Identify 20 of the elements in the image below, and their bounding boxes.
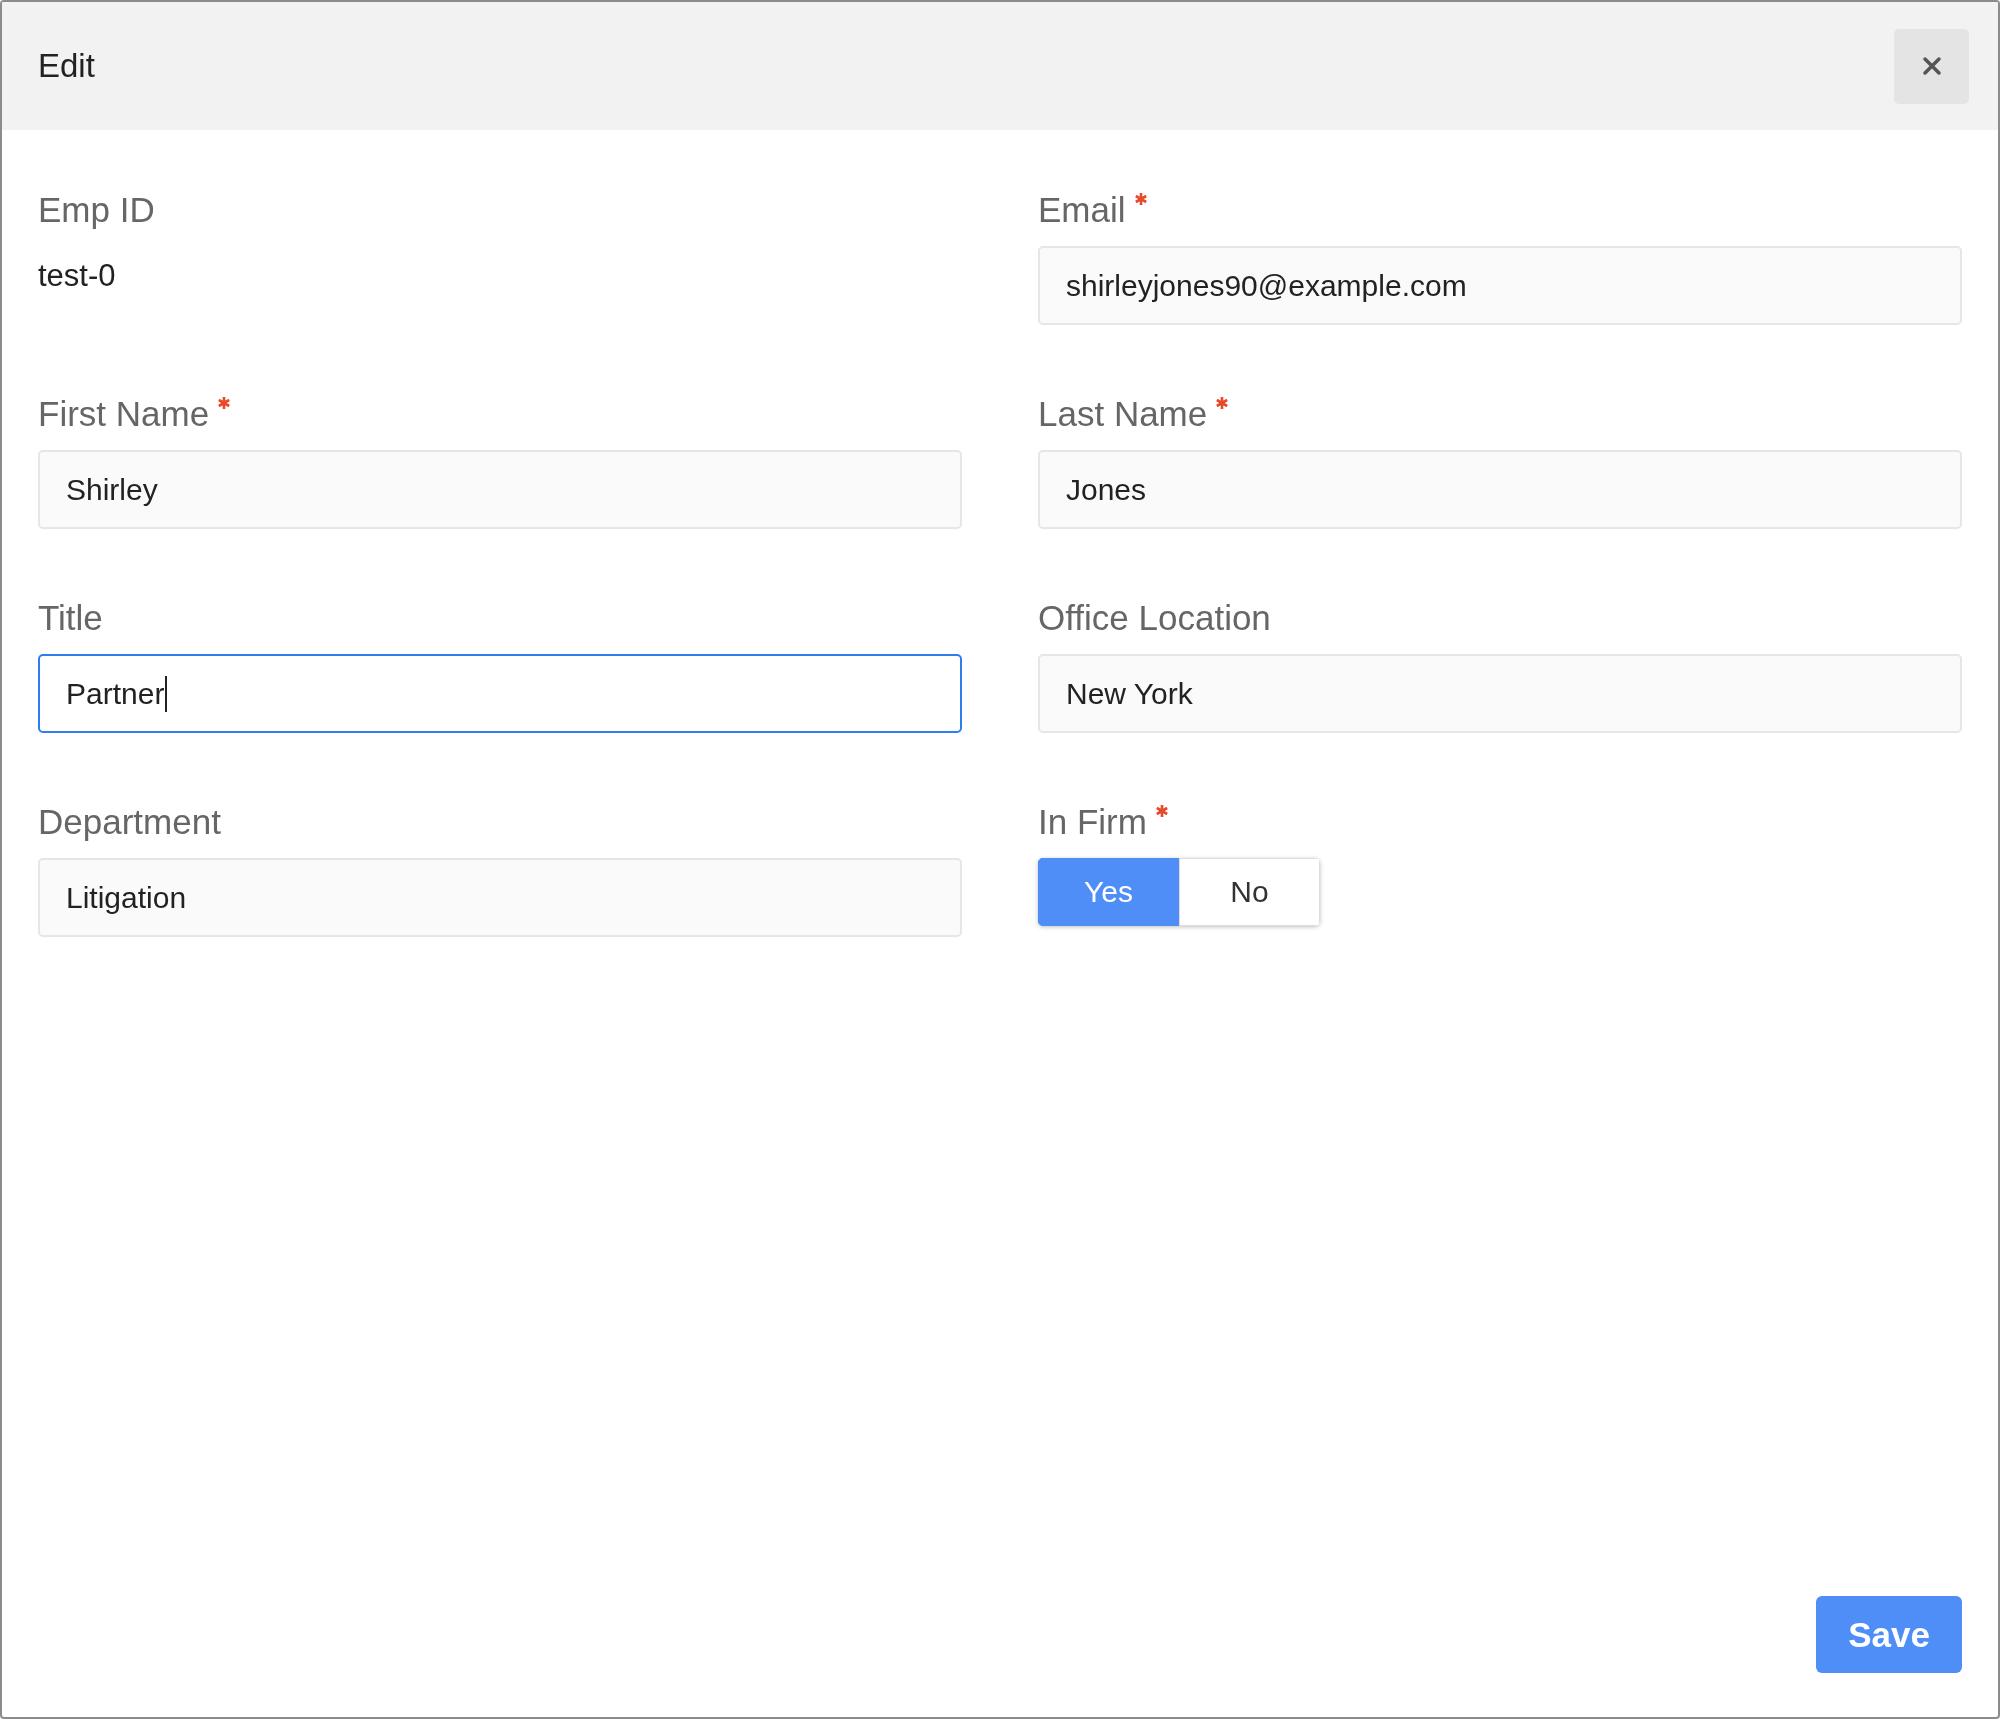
field-label: Department [38, 801, 221, 843]
field-value: test-0 [38, 258, 116, 294]
dialog-title: Edit [38, 47, 95, 85]
field-label: In Firm [1038, 801, 1147, 843]
input-field[interactable]: Litigation [38, 858, 962, 937]
input-field[interactable]: shirleyjones90@example.com [1038, 246, 1962, 325]
field-label: Title [38, 597, 103, 639]
field-label: Last Name [1038, 393, 1208, 435]
input-field[interactable]: Jones [1038, 450, 1962, 529]
input-field[interactable]: New York [1038, 654, 1962, 733]
close-button[interactable] [1894, 28, 1969, 104]
field-label: Email [1038, 189, 1126, 231]
input-field[interactable]: Partner [38, 654, 962, 733]
input-field[interactable]: Shirley [38, 450, 962, 529]
text-cursor [165, 675, 168, 712]
field-label: Emp ID [38, 189, 155, 231]
toggle-option[interactable]: No [1179, 858, 1320, 926]
field-label: First Name [38, 393, 210, 435]
close-icon [1921, 56, 1942, 76]
field-label: Office Location [1038, 597, 1271, 639]
